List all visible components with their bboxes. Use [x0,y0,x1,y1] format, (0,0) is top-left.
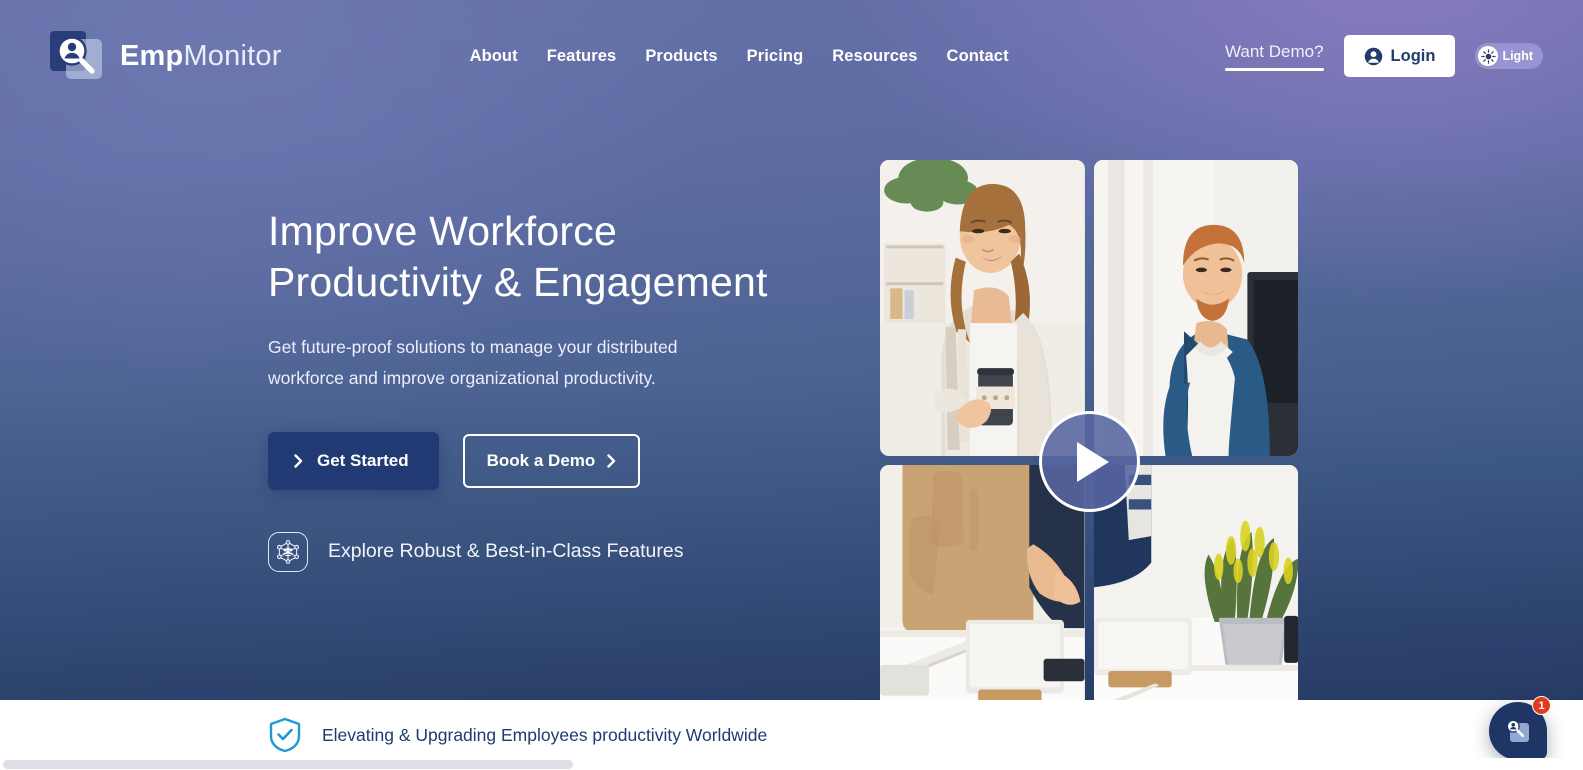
nav-item-resources[interactable]: Resources [832,47,917,66]
hero-photo-1[interactable] [880,160,1085,456]
user-circle-icon [1364,47,1382,65]
shield-check-icon [269,717,301,753]
horizontal-scrollbar[interactable] [0,758,1583,770]
tagline-text: Elevating & Upgrading Employees producti… [322,724,768,745]
header-actions: Want Demo? Login Light [1224,35,1543,77]
get-started-label: Get Started [317,450,409,470]
theme-toggle-button[interactable]: Light [1475,43,1543,69]
book-a-demo-label: Book a Demo [486,450,596,470]
chevron-right-icon [294,454,303,468]
brand-name: EmpMonitor [120,39,282,72]
login-button-label: Login [1390,46,1436,65]
nav-item-features[interactable]: Features [547,47,617,66]
theme-toggle-label: Light [1502,49,1533,63]
magnifier-person-logo-icon [44,27,108,85]
play-triangle-icon [1077,441,1109,482]
page-title: Improve Workforce Productivity & Engagem… [268,206,828,308]
headline-line-1: Improve Workforce [268,208,617,254]
chevron-right-icon [607,454,616,468]
want-demo-link[interactable]: Want Demo? [1224,42,1324,71]
nav-item-products[interactable]: Products [645,47,717,66]
scrollbar-thumb[interactable] [3,760,573,769]
video-play-button[interactable] [1039,411,1140,512]
explore-features-link[interactable]: Explore Robust & Best-in-Class Features [268,531,828,572]
nav-item-pricing[interactable]: Pricing [747,47,804,66]
hero-cta-row: Get Started Book a Demo [268,431,828,490]
chat-launcher-button[interactable]: 1 [1489,696,1551,760]
headline-line-2: Productivity & Engagement [268,258,768,305]
main-navigation: About Features Products Pricing Resource… [470,47,1009,66]
network-nodes-people-icon [268,531,308,572]
brand-logo[interactable]: EmpMonitor [44,27,282,85]
nav-item-contact[interactable]: Contact [947,47,1009,66]
hero-content: Improve Workforce Productivity & Engagem… [268,206,828,572]
hero-subcopy: Get future-proof solutions to manage you… [268,336,678,388]
nav-item-about[interactable]: About [470,47,518,66]
site-header: EmpMonitor About Features Products Prici… [0,0,1583,112]
chat-unread-badge: 1 [1532,696,1551,715]
get-started-button[interactable]: Get Started [268,431,439,490]
brand-name-bold: Emp [120,39,184,72]
page-root: EmpMonitor About Features Products Prici… [0,0,1583,770]
empmonitor-chat-icon [1505,718,1531,744]
sun-icon [1478,46,1499,66]
hero-photo-2[interactable] [1093,160,1298,456]
book-a-demo-button[interactable]: Book a Demo [462,433,641,488]
login-button[interactable]: Login [1343,35,1456,77]
brand-name-light: Monitor [183,39,282,72]
explore-features-label: Explore Robust & Best-in-Class Features [328,540,684,563]
